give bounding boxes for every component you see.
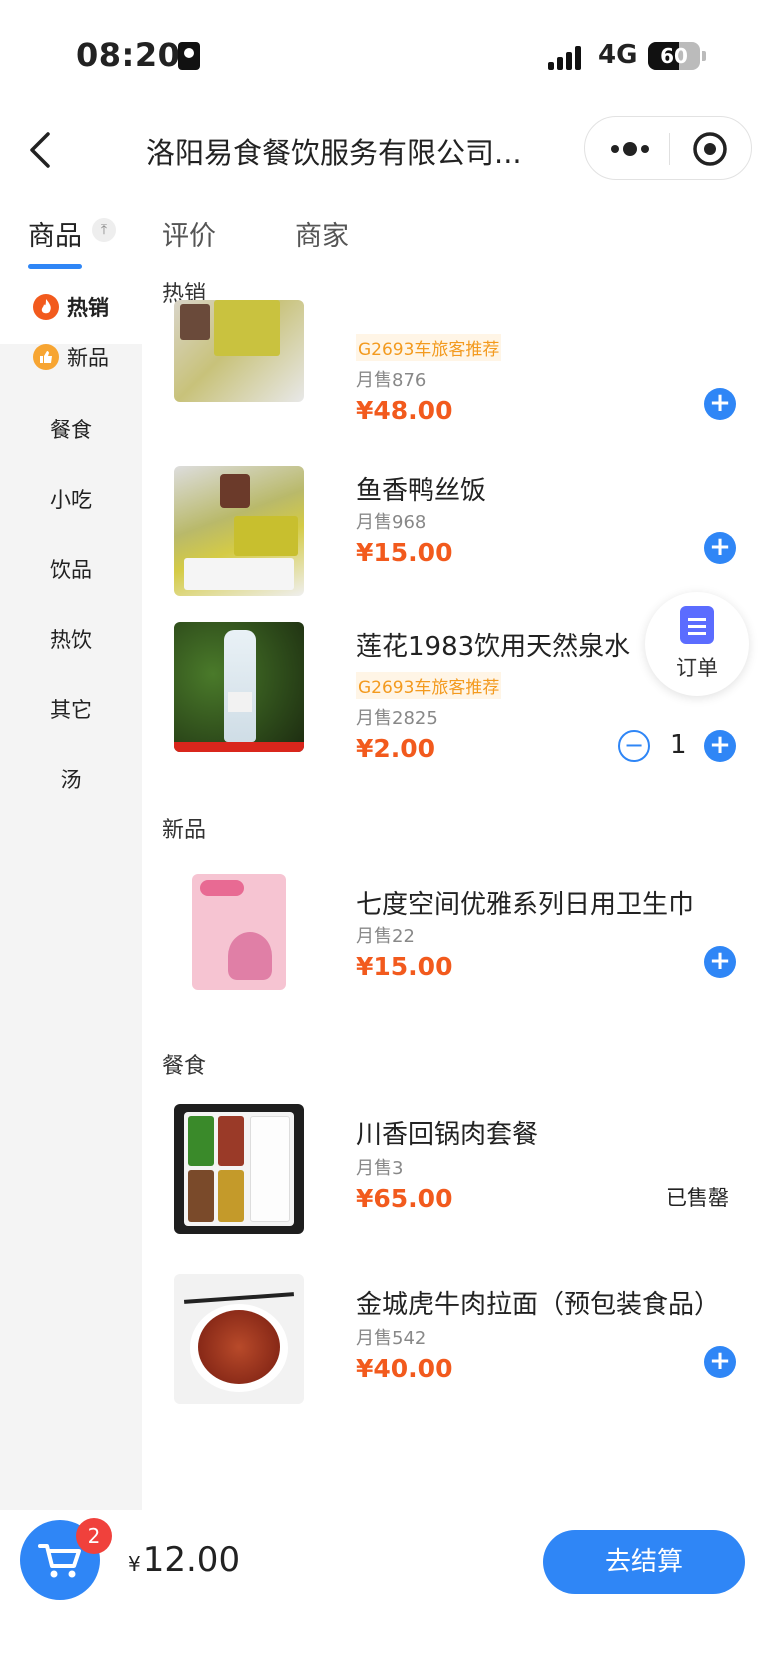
product-image (174, 866, 304, 996)
list-item[interactable]: 七度空间优雅系列日用卫生巾 月售22 ¥15.00 + (142, 866, 769, 1016)
recommend-tag: G2693车旅客推荐 (356, 334, 502, 361)
product-price: ¥15.00 (356, 538, 453, 567)
sidebar-item-meals[interactable]: 餐食 (0, 392, 142, 466)
chevron-left-icon (30, 132, 50, 168)
app-page: 08:20 4G 60 洛阳易食餐饮服务有限公司... 商品 ⤒ 评价 商家 热… (0, 0, 769, 1665)
product-price: ¥40.00 (356, 1354, 453, 1383)
checkout-button[interactable]: 去结算 (543, 1530, 745, 1594)
currency-symbol: ¥ (128, 1552, 141, 1576)
cart-total-value: 12.00 (142, 1540, 241, 1580)
product-image (174, 1104, 304, 1234)
sidebar-item-label: 其它 (50, 698, 92, 722)
more-dots-icon (611, 142, 649, 156)
category-sidebar: 热销 新品 餐食 小吃 饮品 热饮 其它 汤 (0, 270, 142, 1510)
item-quantity: 1 (670, 730, 687, 760)
order-document-icon (680, 606, 714, 644)
tab-bar: 商品 ⤒ 评价 商家 (0, 190, 769, 270)
tab-reviews[interactable]: 评价 (162, 214, 216, 253)
product-name: 金城虎牛肉拉面（预包装食品） (356, 1290, 721, 1320)
product-name: 川香回锅肉套餐 (356, 1120, 539, 1150)
add-to-cart-button[interactable]: + (704, 946, 736, 978)
monthly-sales: 月售542 (356, 1328, 427, 1349)
fire-icon (33, 294, 59, 320)
section-title-new: 新品 (162, 818, 207, 843)
section-title-meals: 餐食 (162, 1054, 207, 1079)
page-title: 洛阳易食餐饮服务有限公司... (146, 136, 522, 170)
sidebar-item-label: 餐食 (50, 418, 92, 442)
sidebar-item-label: 新品 (67, 346, 109, 370)
target-icon (693, 132, 727, 166)
monthly-sales: 月售2825 (356, 708, 438, 729)
pin-top-icon: ⤒ (92, 218, 116, 242)
add-to-cart-button[interactable]: + (704, 730, 736, 762)
decrease-quantity-button[interactable]: − (618, 730, 650, 762)
product-image (174, 466, 304, 596)
add-to-cart-button[interactable]: + (704, 388, 736, 420)
sidebar-item-snacks[interactable]: 小吃 (0, 462, 142, 536)
sidebar-item-new[interactable]: 新品 (0, 322, 142, 392)
product-image (174, 622, 304, 752)
monthly-sales: 月售22 (356, 926, 415, 947)
miniprogram-capsule (584, 116, 752, 180)
product-price: ¥48.00 (356, 396, 453, 425)
battery-level: 60 (660, 44, 688, 68)
battery-tip (702, 51, 706, 61)
order-float-label: 订单 (676, 656, 718, 680)
product-list[interactable]: 热销 G2693车旅客推荐 月售876 ¥48.00 + 鱼香鸭丝饭 月售968… (142, 270, 769, 1510)
tab-store[interactable]: 商家 (295, 214, 349, 253)
product-name: 七度空间优雅系列日用卫生巾 (356, 890, 695, 920)
tab-goods[interactable]: 商品 (28, 214, 82, 253)
list-item[interactable]: 川香回锅肉套餐 月售3 ¥65.00 已售罄 (142, 1104, 769, 1254)
sim-card-icon (178, 42, 200, 70)
monthly-sales: 月售968 (356, 512, 427, 533)
sidebar-item-soup[interactable]: 汤 (0, 742, 142, 816)
add-to-cart-button[interactable]: + (704, 532, 736, 564)
monthly-sales: 月售3 (356, 1158, 404, 1179)
product-price: ¥15.00 (356, 952, 453, 981)
status-time: 08:20 (76, 36, 181, 74)
sidebar-item-hot-drinks[interactable]: 热饮 (0, 602, 142, 676)
sold-out-label: 已售罄 (666, 1186, 729, 1210)
product-price: ¥65.00 (356, 1184, 453, 1213)
product-name: 鱼香鸭丝饭 (356, 476, 487, 506)
sidebar-item-label: 小吃 (50, 488, 92, 512)
product-name: 莲花1983饮用天然泉水 (356, 632, 631, 662)
back-button[interactable] (20, 128, 64, 172)
signal-icon (548, 44, 588, 70)
recommend-tag: G2693车旅客推荐 (356, 672, 502, 699)
sidebar-item-drinks[interactable]: 饮品 (0, 532, 142, 606)
product-price: ¥2.00 (356, 734, 436, 763)
tab-active-indicator (28, 264, 82, 269)
thumbs-up-icon (33, 344, 59, 370)
nav-header: 洛阳易食餐饮服务有限公司... (0, 110, 769, 190)
add-to-cart-button[interactable]: + (704, 1346, 736, 1378)
status-bar: 08:20 4G 60 (0, 0, 769, 110)
sidebar-item-label: 热饮 (50, 628, 92, 652)
more-button[interactable] (605, 129, 655, 169)
network-type: 4G (598, 40, 638, 70)
cart-count-badge: 2 (76, 1518, 112, 1554)
monthly-sales: 月售876 (356, 370, 427, 391)
battery-icon: 60 (648, 42, 700, 70)
sidebar-item-label: 饮品 (50, 558, 92, 582)
list-item[interactable]: 金城虎牛肉拉面（预包装食品） 月售542 ¥40.00 + (142, 1274, 769, 1424)
capsule-divider (669, 133, 670, 165)
list-item[interactable]: 鱼香鸭丝饭 月售968 ¥15.00 + (142, 452, 769, 602)
list-item[interactable]: G2693车旅客推荐 月售876 ¥48.00 + (142, 300, 769, 460)
cart-total: ¥12.00 (128, 1540, 240, 1580)
sidebar-item-label: 热销 (67, 296, 109, 320)
sidebar-item-label: 汤 (60, 768, 82, 792)
order-float-button[interactable]: 订单 (645, 592, 749, 696)
product-image (174, 300, 304, 402)
cart-bar: 2 ¥12.00 去结算 (0, 1510, 769, 1665)
sidebar-item-others[interactable]: 其它 (0, 672, 142, 746)
close-miniprogram-button[interactable] (685, 129, 735, 169)
product-image (174, 1274, 304, 1404)
